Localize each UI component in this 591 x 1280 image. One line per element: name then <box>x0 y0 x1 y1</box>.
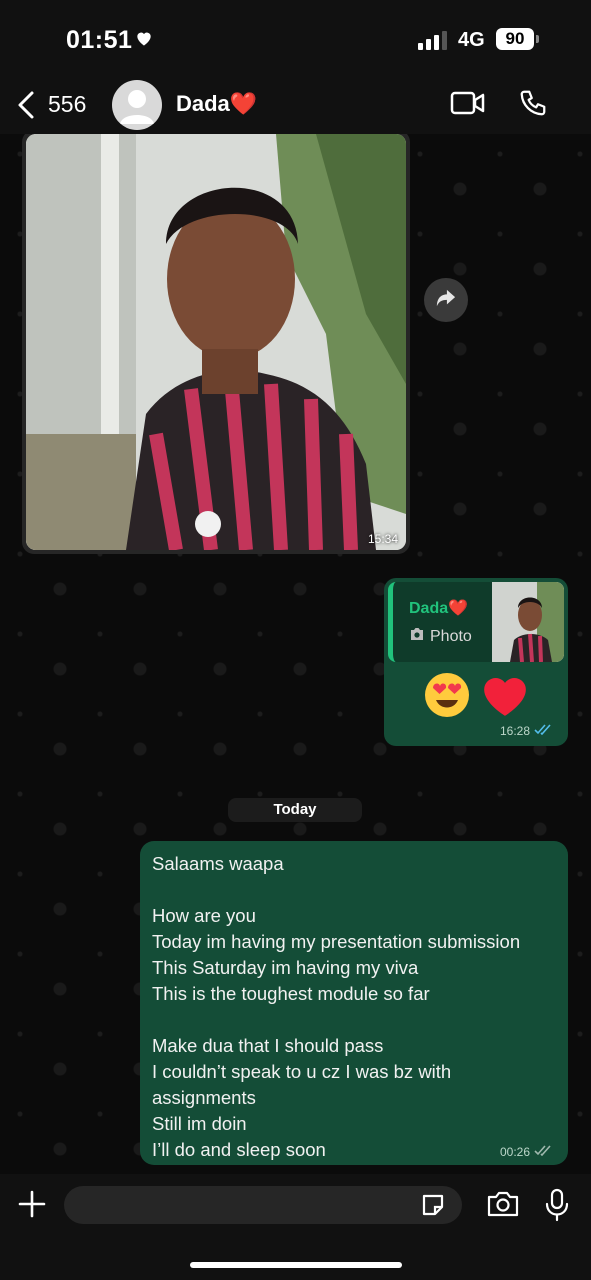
quoted-message[interactable]: Dada❤️ Photo <box>388 582 564 662</box>
unread-count[interactable]: 556 <box>48 91 86 118</box>
reply-message[interactable]: Dada❤️ Photo 16:28 <box>384 578 568 746</box>
message-meta: 16:28 <box>500 724 552 738</box>
clock: 01:51 <box>66 26 133 54</box>
signal-icon <box>418 30 447 50</box>
quoted-thumbnail <box>492 582 564 662</box>
phone-icon[interactable] <box>518 88 548 123</box>
message-line: How are you <box>152 905 256 926</box>
message-line: assignments <box>152 1087 256 1108</box>
video-call-icon[interactable] <box>450 90 486 121</box>
message-line: Today im having my presentation submissi… <box>152 931 521 952</box>
quoted-type: Photo <box>409 627 472 646</box>
double-check-icon <box>534 724 552 738</box>
heart-icon <box>134 28 154 53</box>
message-time: 16:28 <box>499 724 530 738</box>
photo[interactable] <box>26 134 406 550</box>
message-line: Still im doin <box>152 1113 247 1134</box>
avatar[interactable] <box>112 80 162 130</box>
battery-tip <box>536 35 539 43</box>
heart-eyes-emoji <box>424 672 470 723</box>
message-line: Make dua that I should pass <box>152 1035 384 1056</box>
message-line: I’ll do and sleep soon <box>152 1139 326 1160</box>
camera-icon[interactable] <box>486 1190 520 1223</box>
message-line <box>152 1007 556 1033</box>
message-line <box>152 877 556 903</box>
microphone-icon[interactable] <box>544 1188 570 1227</box>
message-line: This Saturday im having my viva <box>152 957 419 978</box>
quoted-name: Dada❤️ <box>409 600 469 617</box>
network-label: 4G <box>458 29 485 51</box>
message-line: This is the toughest module so far <box>152 983 430 1004</box>
forward-button[interactable] <box>424 278 468 322</box>
chat-header: 556 Dada❤️ <box>0 78 591 134</box>
message-time: 00:26 <box>499 1145 530 1159</box>
message-input[interactable] <box>64 1186 462 1224</box>
forward-icon <box>435 288 457 313</box>
red-heart-emoji <box>480 672 530 723</box>
text-message[interactable]: Salaams waapa How are you Today im havin… <box>140 841 568 1165</box>
image-message[interactable]: 15:34 <box>22 134 410 554</box>
message-meta: 00:26 <box>500 1145 552 1159</box>
sticker-icon[interactable] <box>420 1192 446 1223</box>
home-indicator <box>190 1262 402 1268</box>
camera-icon <box>409 627 425 646</box>
message-body: Salaams waapa How are you Today im havin… <box>152 851 556 1163</box>
battery-icon: 90 <box>496 28 534 50</box>
date-divider: Today <box>228 798 362 822</box>
double-check-icon <box>534 1145 552 1159</box>
emoji-content <box>424 672 530 723</box>
contact-name[interactable]: Dada❤️ <box>176 91 257 117</box>
plus-icon[interactable] <box>18 1190 46 1223</box>
message-line: I couldn’t speak to u cz I was bz with <box>152 1061 452 1082</box>
message-time: 15:34 <box>367 532 398 546</box>
status-bar: 01:51 4G 90 <box>0 0 591 78</box>
chat-area[interactable]: 15:34 Dada❤️ Photo 16:28 Today Salaams w… <box>0 134 591 1174</box>
message-line: Salaams waapa <box>152 853 284 874</box>
back-chevron-icon[interactable] <box>14 90 38 125</box>
